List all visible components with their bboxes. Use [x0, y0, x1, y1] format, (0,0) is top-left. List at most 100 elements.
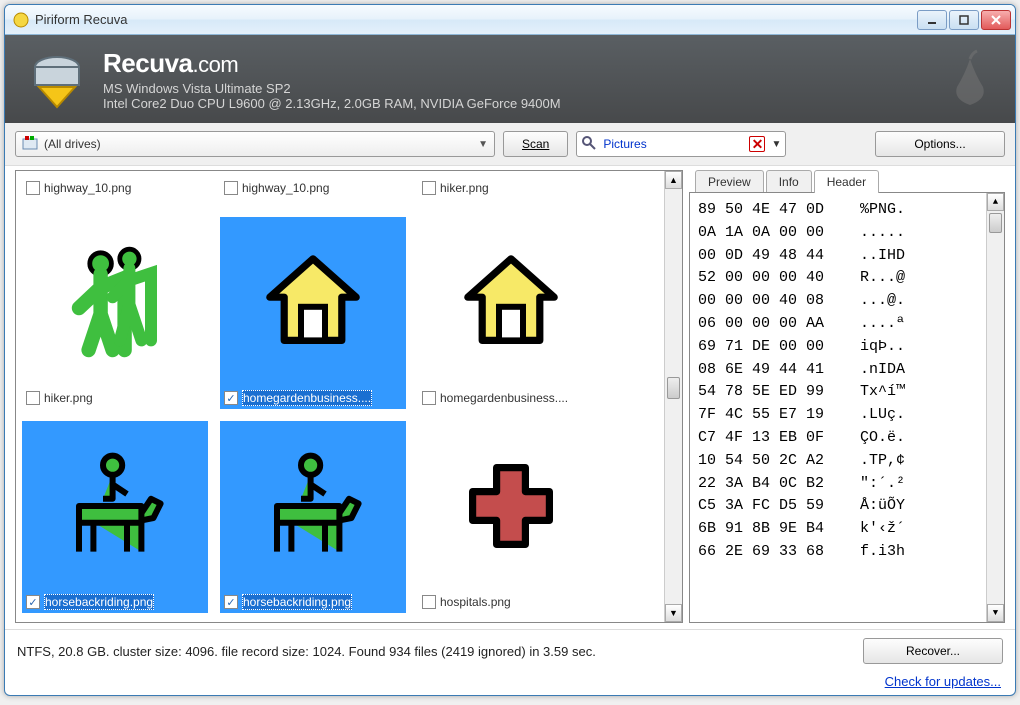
file-thumbnail[interactable]: hospitals.png: [418, 421, 604, 613]
scroll-up-button[interactable]: ▲: [987, 193, 1004, 211]
file-checkbox[interactable]: ✓: [224, 595, 238, 609]
detail-panel: Preview Info Header 89 50 4E 47 0D %PNG.…: [689, 170, 1005, 623]
file-thumbnail[interactable]: ✓ homegardenbusiness....: [220, 217, 406, 409]
drive-selector[interactable]: (All drives) ▼: [15, 131, 495, 157]
file-label: highway_10.png: [220, 177, 406, 199]
hex-line: 7F 4C 55 E7 19 .LUç.: [698, 404, 996, 427]
drive-label: (All drives): [44, 137, 478, 151]
recuva-logo-icon: [25, 47, 89, 111]
file-label: ✓ horsebackriding.png: [22, 591, 208, 613]
file-thumbnail[interactable]: hiker.png: [22, 217, 208, 409]
scrollbar[interactable]: ▲ ▼: [664, 171, 682, 622]
file-label: homegardenbusiness....: [418, 387, 604, 409]
scroll-down-button[interactable]: ▼: [987, 604, 1004, 622]
file-label: hiker.png: [418, 177, 604, 199]
file-name: hiker.png: [44, 391, 93, 405]
hex-scrollbar[interactable]: ▲ ▼: [986, 193, 1004, 622]
file-thumbnail[interactable]: highway_10.png: [22, 177, 208, 205]
scroll-track[interactable]: [665, 189, 682, 604]
hex-viewer[interactable]: 89 50 4E 47 0D %PNG.0A 1A 0A 00 00 .....…: [689, 192, 1005, 623]
status-text: NTFS, 20.8 GB. cluster size: 4096. file …: [17, 644, 853, 659]
filter-label: Pictures: [603, 137, 743, 151]
hex-line: C5 3A FC D5 59 Å:üÕY: [698, 495, 996, 518]
brand-suffix: .com: [193, 52, 239, 77]
file-name: homegardenbusiness....: [242, 390, 372, 406]
hex-line: 00 00 00 40 08 ...@.: [698, 290, 996, 313]
recover-button[interactable]: Recover...: [863, 638, 1003, 664]
file-thumbnail[interactable]: hiker.png: [418, 177, 604, 205]
file-name: hospitals.png: [440, 595, 511, 609]
file-label: ✓ horsebackriding.png: [220, 591, 406, 613]
hex-line: 00 0D 49 48 44 ..IHD: [698, 245, 996, 268]
hex-line: 0A 1A 0A 00 00 .....: [698, 222, 996, 245]
file-thumbnail[interactable]: homegardenbusiness....: [418, 217, 604, 409]
hex-line: 10 54 50 2C A2 .TP,¢: [698, 450, 996, 473]
close-button[interactable]: [981, 10, 1011, 30]
hex-line: 22 3A B4 0C B2 ":´.²: [698, 473, 996, 496]
window-title: Piriform Recuva: [35, 12, 917, 27]
file-label: hospitals.png: [418, 591, 604, 613]
file-name: horsebackriding.png: [242, 594, 352, 610]
file-label: highway_10.png: [22, 177, 208, 199]
app-icon: [13, 12, 29, 28]
status-bar: NTFS, 20.8 GB. cluster size: 4096. file …: [5, 629, 1015, 672]
filter-box[interactable]: Pictures ✕ ▼: [576, 131, 786, 157]
tab-preview[interactable]: Preview: [695, 170, 764, 193]
clear-filter-icon[interactable]: ✕: [749, 136, 765, 152]
scroll-track[interactable]: [987, 211, 1004, 604]
file-label: ✓ homegardenbusiness....: [220, 387, 406, 409]
brand-name: Recuva: [103, 48, 193, 78]
tab-header[interactable]: Header: [814, 170, 879, 193]
file-label: hiker.png: [22, 387, 208, 409]
hex-line: 89 50 4E 47 0D %PNG.: [698, 199, 996, 222]
file-name: homegardenbusiness....: [440, 391, 568, 405]
thumbnail-image: [418, 217, 604, 387]
file-checkbox[interactable]: [224, 181, 238, 195]
hex-line: 6B 91 8B 9E B4 k'‹ž´: [698, 518, 996, 541]
minimize-button[interactable]: [917, 10, 947, 30]
thumbnail-grid[interactable]: highway_10.png highway_10.png hiker.png …: [16, 171, 682, 622]
system-hardware: Intel Core2 Duo CPU L9600 @ 2.13GHz, 2.0…: [103, 96, 561, 111]
system-os: MS Windows Vista Ultimate SP2: [103, 81, 561, 96]
piriform-pear-icon: [945, 49, 995, 109]
toolbar: (All drives) ▼ Scan Pictures ✕ ▼ Options…: [5, 123, 1015, 166]
chevron-down-icon: ▼: [478, 139, 488, 150]
drive-icon: [22, 135, 38, 154]
file-name: highway_10.png: [242, 181, 329, 195]
scroll-down-button[interactable]: ▼: [665, 604, 682, 622]
thumbnail-image: [22, 217, 208, 387]
options-button[interactable]: Options...: [875, 131, 1005, 157]
scroll-up-button[interactable]: ▲: [665, 171, 682, 189]
scan-button[interactable]: Scan: [503, 131, 568, 157]
chevron-down-icon[interactable]: ▼: [771, 139, 781, 150]
file-checkbox[interactable]: [422, 595, 436, 609]
file-checkbox[interactable]: ✓: [26, 595, 40, 609]
file-checkbox[interactable]: [26, 391, 40, 405]
file-checkbox[interactable]: ✓: [224, 391, 238, 405]
main-area: highway_10.png highway_10.png hiker.png …: [5, 166, 1015, 629]
scroll-thumb[interactable]: [989, 213, 1002, 233]
hex-line: 69 71 DE 00 00 iqÞ..: [698, 336, 996, 359]
hex-line: 66 2E 69 33 68 f.i3h: [698, 541, 996, 564]
file-thumbnail[interactable]: ✓ horsebackriding.png: [22, 421, 208, 613]
file-checkbox[interactable]: [422, 181, 436, 195]
app-window: Piriform Recuva Recuva.com MS Windows Vi…: [4, 4, 1016, 696]
banner-text: Recuva.com MS Windows Vista Ultimate SP2…: [103, 48, 561, 111]
scroll-thumb[interactable]: [667, 377, 680, 399]
window-controls: [917, 10, 1011, 30]
title-bar: Piriform Recuva: [5, 5, 1015, 35]
file-checkbox[interactable]: [26, 181, 40, 195]
file-thumbnail[interactable]: highway_10.png: [220, 177, 406, 205]
check-updates-link[interactable]: Check for updates...: [885, 674, 1001, 689]
file-checkbox[interactable]: [422, 391, 436, 405]
tab-info[interactable]: Info: [766, 170, 812, 193]
footer: Check for updates...: [5, 672, 1015, 695]
hex-line: 06 00 00 00 AA ....ª: [698, 313, 996, 336]
banner: Recuva.com MS Windows Vista Ultimate SP2…: [5, 35, 1015, 123]
file-name: horsebackriding.png: [44, 594, 154, 610]
maximize-button[interactable]: [949, 10, 979, 30]
file-name: hiker.png: [440, 181, 489, 195]
thumbnail-image: [220, 217, 406, 387]
hex-line: 08 6E 49 44 41 .nIDA: [698, 359, 996, 382]
file-thumbnail[interactable]: ✓ horsebackriding.png: [220, 421, 406, 613]
